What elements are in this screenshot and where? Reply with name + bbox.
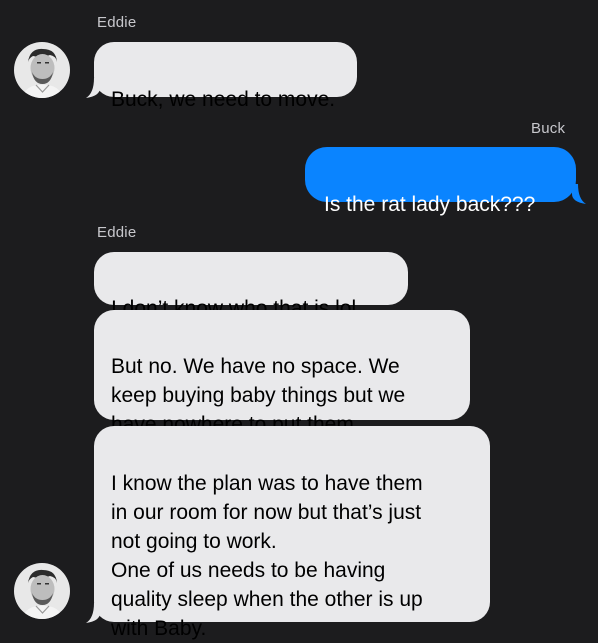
message-text: Is the rat lady back??? — [324, 193, 536, 216]
bubble-tail-icon — [86, 78, 100, 98]
message-text: Buck, we need to move. — [111, 88, 336, 111]
message-text: I know the plan was to have them in our … — [111, 472, 423, 640]
avatar[interactable] — [14, 42, 70, 98]
message-thread: Eddie Buck, we need to move. Buck Is the… — [0, 0, 598, 640]
avatar-photo-icon — [14, 563, 70, 619]
message-bubble[interactable]: Is the rat lady back??? — [305, 147, 576, 216]
sender-name-buck: Buck — [531, 120, 566, 137]
message-bubble[interactable]: I know the plan was to have them in our … — [94, 426, 490, 640]
message-text: But no. We have no space. We keep buying… — [111, 355, 406, 436]
avatar[interactable] — [14, 563, 70, 619]
avatar-photo-icon — [14, 42, 70, 98]
message-bubble[interactable]: Buck, we need to move. — [94, 42, 357, 111]
sender-name-eddie: Eddie — [97, 224, 137, 241]
message-bubble[interactable]: But no. We have no space. We keep buying… — [94, 310, 470, 436]
bubble-tail-icon — [572, 184, 586, 204]
message-bubble[interactable]: I don’t know who that is lol — [94, 252, 408, 320]
sender-name-eddie: Eddie — [97, 14, 137, 31]
bubble-tail-icon — [86, 603, 100, 623]
